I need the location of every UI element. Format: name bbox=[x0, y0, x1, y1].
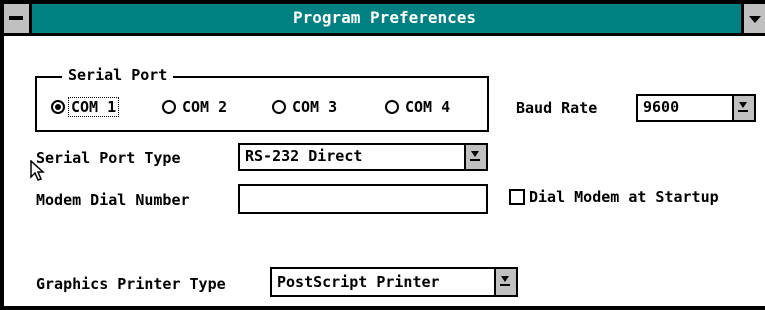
modem-dial-number-label: Modem Dial Number bbox=[36, 191, 190, 209]
radio-com3[interactable]: COM 3 bbox=[272, 96, 339, 118]
dial-modem-at-startup-checkbox[interactable]: Dial Modem at Startup bbox=[509, 188, 719, 206]
scroll-down-icon[interactable] bbox=[741, 4, 765, 33]
radio-label-com1: COM 1 bbox=[67, 97, 120, 117]
dial-modem-at-startup-label: Dial Modem at Startup bbox=[529, 188, 719, 206]
serial-port-type-value: RS-232 Direct bbox=[245, 147, 363, 165]
baud-rate-label: Baud Rate bbox=[516, 99, 598, 117]
title-bar: Program Preferences bbox=[4, 4, 765, 36]
baud-rate-value: 9600 bbox=[643, 98, 680, 116]
graphics-printer-type-select[interactable]: PostScript Printer bbox=[270, 267, 518, 297]
radio-icon bbox=[385, 100, 399, 114]
radio-label-com2: COM 2 bbox=[182, 98, 228, 116]
radio-icon bbox=[272, 100, 286, 114]
program-preferences-window: Program Preferences Serial Port COM 1 CO… bbox=[0, 0, 765, 310]
radio-icon bbox=[162, 100, 176, 114]
radio-com2[interactable]: COM 2 bbox=[162, 96, 229, 118]
radio-com4[interactable]: COM 4 bbox=[385, 96, 452, 118]
serial-port-legend: Serial Port bbox=[62, 66, 174, 84]
serial-port-type-label: Serial Port Type bbox=[36, 149, 181, 167]
window-title: Program Preferences bbox=[292, 8, 477, 27]
serial-port-type-select[interactable]: RS-232 Direct bbox=[238, 143, 488, 171]
graphics-printer-type-value: PostScript Printer bbox=[277, 273, 440, 291]
graphics-printer-type-label: Graphics Printer Type bbox=[36, 275, 226, 293]
radio-com1[interactable]: COM 1 bbox=[51, 96, 120, 118]
dropdown-arrow-icon[interactable] bbox=[464, 145, 486, 169]
radio-label-com4: COM 4 bbox=[405, 98, 451, 116]
system-menu-icon[interactable] bbox=[4, 4, 32, 33]
checkbox-icon bbox=[509, 189, 525, 205]
modem-dial-number-input[interactable] bbox=[238, 184, 488, 214]
dropdown-arrow-icon[interactable] bbox=[732, 96, 754, 120]
dropdown-arrow-icon[interactable] bbox=[494, 269, 516, 295]
mouse-pointer-icon bbox=[30, 160, 45, 181]
serial-port-group: Serial Port COM 1 COM 2 COM 3 COM 4 bbox=[35, 66, 489, 132]
radio-label-com3: COM 3 bbox=[292, 98, 338, 116]
radio-icon bbox=[51, 100, 65, 114]
baud-rate-select[interactable]: 9600 bbox=[636, 94, 756, 122]
